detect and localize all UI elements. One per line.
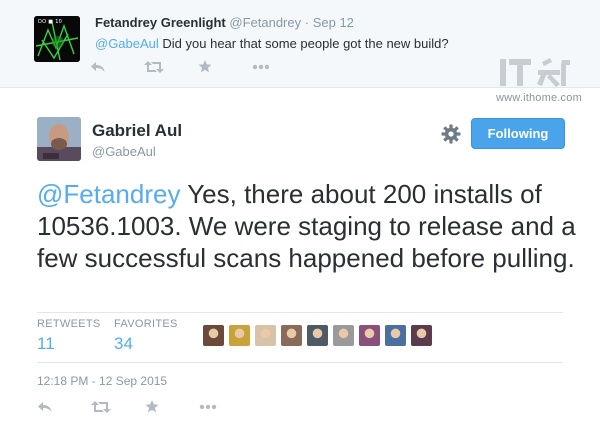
more-icon [252,64,270,69]
retweets-count: 11 [37,334,55,353]
watermark-url: www.ithome.com [496,92,582,104]
retweet-icon [91,400,111,413]
parent-text: @GabeAul Did you hear that some people g… [95,36,449,51]
parent-header: Fetandrey Greenlight @Fetandrey · Sep 12 [95,15,354,30]
favoriter-avatar[interactable] [359,325,380,346]
favorite-icon [145,400,159,413]
favoriter-avatars [203,325,437,346]
more-button[interactable] [199,404,253,410]
favoriter-avatar[interactable] [411,325,432,346]
parent-handle[interactable]: @Fetandrey [229,15,301,30]
following-button[interactable]: Following [471,118,565,149]
author-display-name[interactable]: Gabriel Aul [92,121,182,141]
reply-icon [91,61,105,72]
retweet-icon [144,60,164,73]
favorite-icon [198,60,212,73]
parent-text-body: Did you hear that some people got the ne… [158,36,449,51]
favoriter-avatar[interactable] [203,325,224,346]
favorite-button[interactable] [198,60,252,73]
stats-top-divider [37,312,563,313]
reply-button[interactable] [37,401,91,413]
author-handle[interactable]: @GabeAul [92,144,156,159]
tweet-text: @Fetandrey Yes, there about 200 installs… [37,178,577,274]
tweet-timestamp[interactable]: 12:18 PM - 12 Sep 2015 [37,374,167,388]
retweet-button[interactable] [91,400,145,413]
favorite-button[interactable] [145,400,199,413]
parent-display-name[interactable]: Fetandrey Greenlight [95,15,226,30]
favoriter-avatar[interactable] [307,325,328,346]
parent-date[interactable]: Sep 12 [313,15,354,30]
parent-separator: · [304,15,310,30]
stats-bottom-divider [37,362,563,363]
tweet-action-bar [37,400,253,413]
parent-mention-link[interactable]: @GabeAul [95,36,159,51]
favorites-count: 34 [114,334,133,353]
avatar-badge: DO ■ 10 [38,19,63,25]
author-avatar[interactable] [37,117,81,161]
favoriter-avatar[interactable] [333,325,354,346]
retweets-label: RETWEETS [37,318,101,330]
favoriter-avatar[interactable] [229,325,250,346]
more-icon [199,404,217,409]
retweets-stat[interactable]: RETWEETS 11 [37,318,101,354]
favoriter-avatar[interactable] [281,325,302,346]
gear-icon[interactable] [441,124,461,144]
parent-action-bar [90,60,306,73]
favoriter-avatar[interactable] [385,325,406,346]
reply-icon [38,401,52,412]
ithome-watermark-logo [500,58,570,87]
parent-avatar[interactable]: DO ■ 10 [34,16,80,62]
favoriter-avatar[interactable] [255,325,276,346]
favorites-label: FAVORITES [114,318,178,330]
author-avatar-image [37,117,81,161]
more-button[interactable] [252,64,306,70]
favorites-stat[interactable]: FAVORITES 34 [114,318,178,354]
retweet-button[interactable] [144,60,198,73]
tweet-mention-link[interactable]: @Fetandrey [37,179,180,209]
reply-button[interactable] [90,61,144,73]
